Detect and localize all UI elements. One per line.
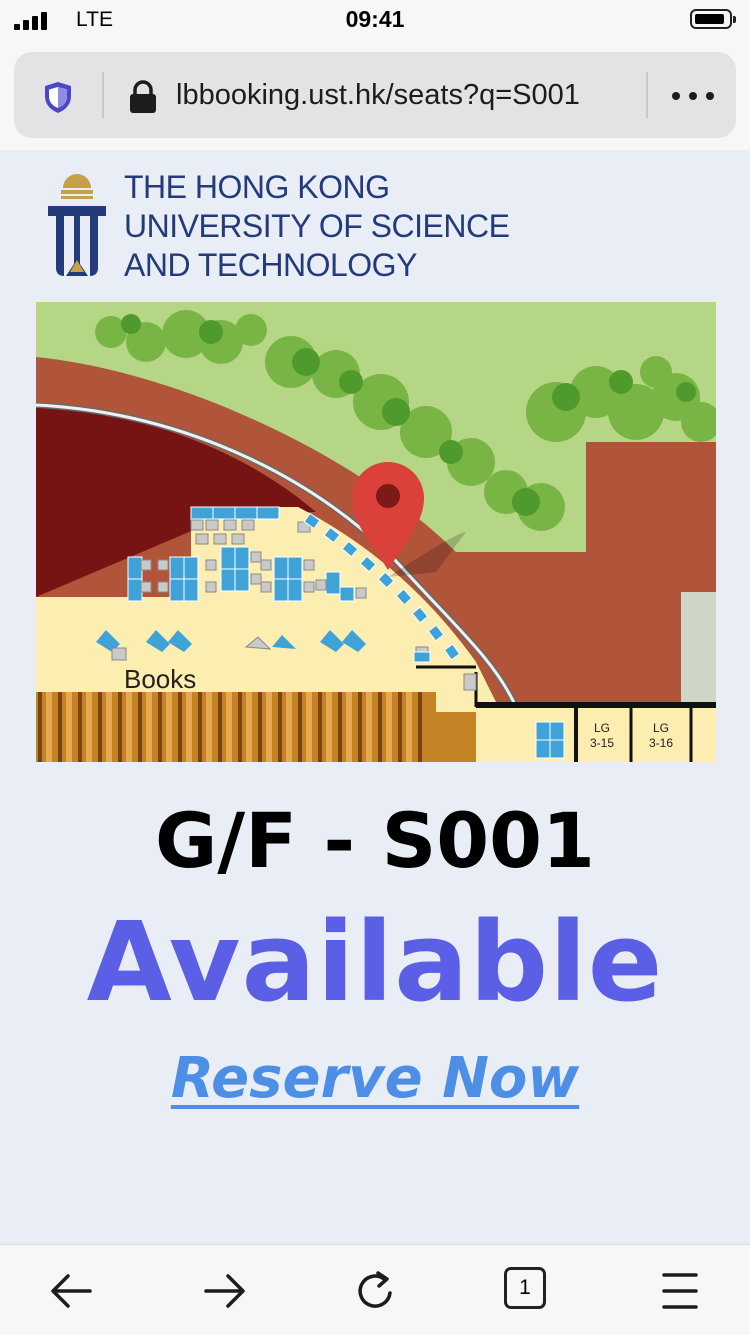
reserve-now-link[interactable]: Reserve Now — [171, 1046, 579, 1111]
logo-line: UNIVERSITY OF SCIENCE — [124, 208, 510, 244]
clock: 09:41 — [345, 6, 405, 32]
browser-toolbar: 1 — [0, 1244, 750, 1335]
books-label: Books — [124, 664, 196, 694]
university-name: THE HONG KONG UNIVERSITY OF SCIENCE AND … — [124, 168, 510, 285]
lock-icon — [130, 80, 156, 113]
divider — [102, 72, 104, 118]
room-label: LG — [653, 721, 669, 735]
bookshelves — [36, 692, 476, 762]
hkust-logo: THE HONG KONG UNIVERSITY OF SCIENCE AND … — [44, 168, 510, 283]
address-bar[interactable]: lbbooking.ust.hk/seats?q=S001 — [14, 52, 736, 138]
floor-map-graphic: Books LG 3-15 LG 3-16 — [36, 302, 716, 762]
tabs-button[interactable]: 1 — [504, 1267, 546, 1309]
availability-status: Available — [86, 898, 664, 1026]
browser-chrome: lbbooking.ust.hk/seats?q=S001 — [0, 42, 750, 150]
logo-line: AND TECHNOLOGY — [124, 247, 417, 283]
forward-arrow-icon[interactable] — [198, 1265, 250, 1317]
floor-map[interactable]: Books LG 3-15 LG 3-16 — [36, 302, 716, 762]
shield-icon[interactable] — [40, 79, 76, 115]
reload-icon[interactable] — [350, 1265, 402, 1317]
logo-line: THE HONG KONG — [124, 169, 390, 205]
back-arrow-icon[interactable] — [46, 1265, 98, 1317]
seat-title: G/F - S001 — [155, 796, 595, 885]
room-label: 3-16 — [649, 736, 673, 750]
url-text[interactable]: lbbooking.ust.hk/seats?q=S001 — [176, 72, 580, 118]
menu-icon[interactable] — [654, 1265, 706, 1317]
more-icon[interactable] — [668, 72, 718, 118]
status-bar: LTE 09:41 — [0, 0, 750, 42]
battery-icon — [690, 9, 736, 29]
room-label: 3-15 — [590, 736, 614, 750]
hkust-emblem-icon — [48, 174, 106, 276]
divider — [646, 72, 648, 118]
room-label: LG — [594, 721, 610, 735]
reserve-container: Reserve Now — [0, 1046, 750, 1111]
